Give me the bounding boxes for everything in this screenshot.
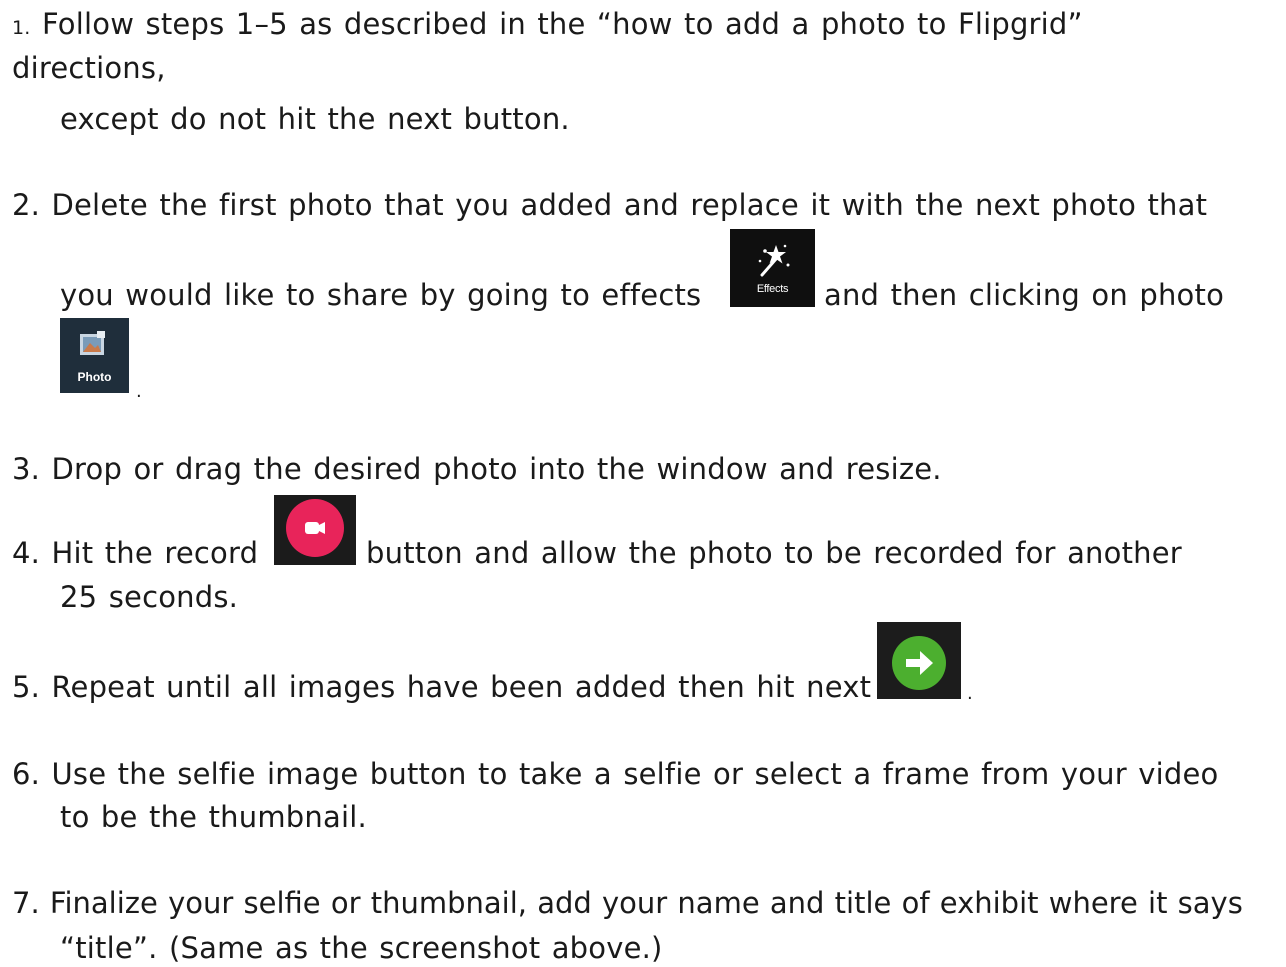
step-6-line-2: to be the thumbnail. [60,800,367,834]
step-7-line-1: 7. Finalize your selfie or thumbnail, ad… [12,886,1243,920]
step-4-line-1a: 4. Hit the record [12,536,259,570]
step-2-line-1: 2. Delete the first photo that you added… [12,188,1208,222]
photo-button-icon: Photo [60,318,129,393]
step-1-text: Follow steps 1–5 as described in the “ho… [41,7,1083,41]
next-button-icon [877,622,961,699]
step-1-line-3: except do not hit the next button. [60,102,570,136]
step-4-line-2: 25 seconds. [60,580,239,614]
photo-label: Photo [77,370,112,384]
step-2-line-2a: you would like to share by going to effe… [60,278,702,312]
effects-icon: Effects [730,229,815,307]
step-3-line-1: 3. Drop or drag the desired photo into t… [12,452,942,486]
step-7-line-2: “title”. (Same as the screenshot above.) [60,931,663,965]
step-4-line-1b: button and allow the photo to be recorde… [366,536,1182,570]
arrow-right-icon [892,636,946,690]
record-button-icon [274,495,356,565]
step-1-line-2: directions, [12,51,166,85]
step-1-number: 1. [12,17,31,39]
step-6-line-1: 6. Use the selfie image button to take a… [12,757,1219,791]
record-video-icon [286,499,344,557]
step-5-line-1: 5. Repeat until all images have been add… [12,670,872,704]
magic-wand-icon [758,244,790,277]
effects-label: Effects [756,283,789,295]
step-1-line-1: 1. Follow steps 1–5 as described in the … [12,6,1083,46]
step-2-line-2b: and then clicking on photo [824,278,1225,312]
step-5-tail: . [967,683,973,704]
step-2-tail: . [136,381,142,402]
